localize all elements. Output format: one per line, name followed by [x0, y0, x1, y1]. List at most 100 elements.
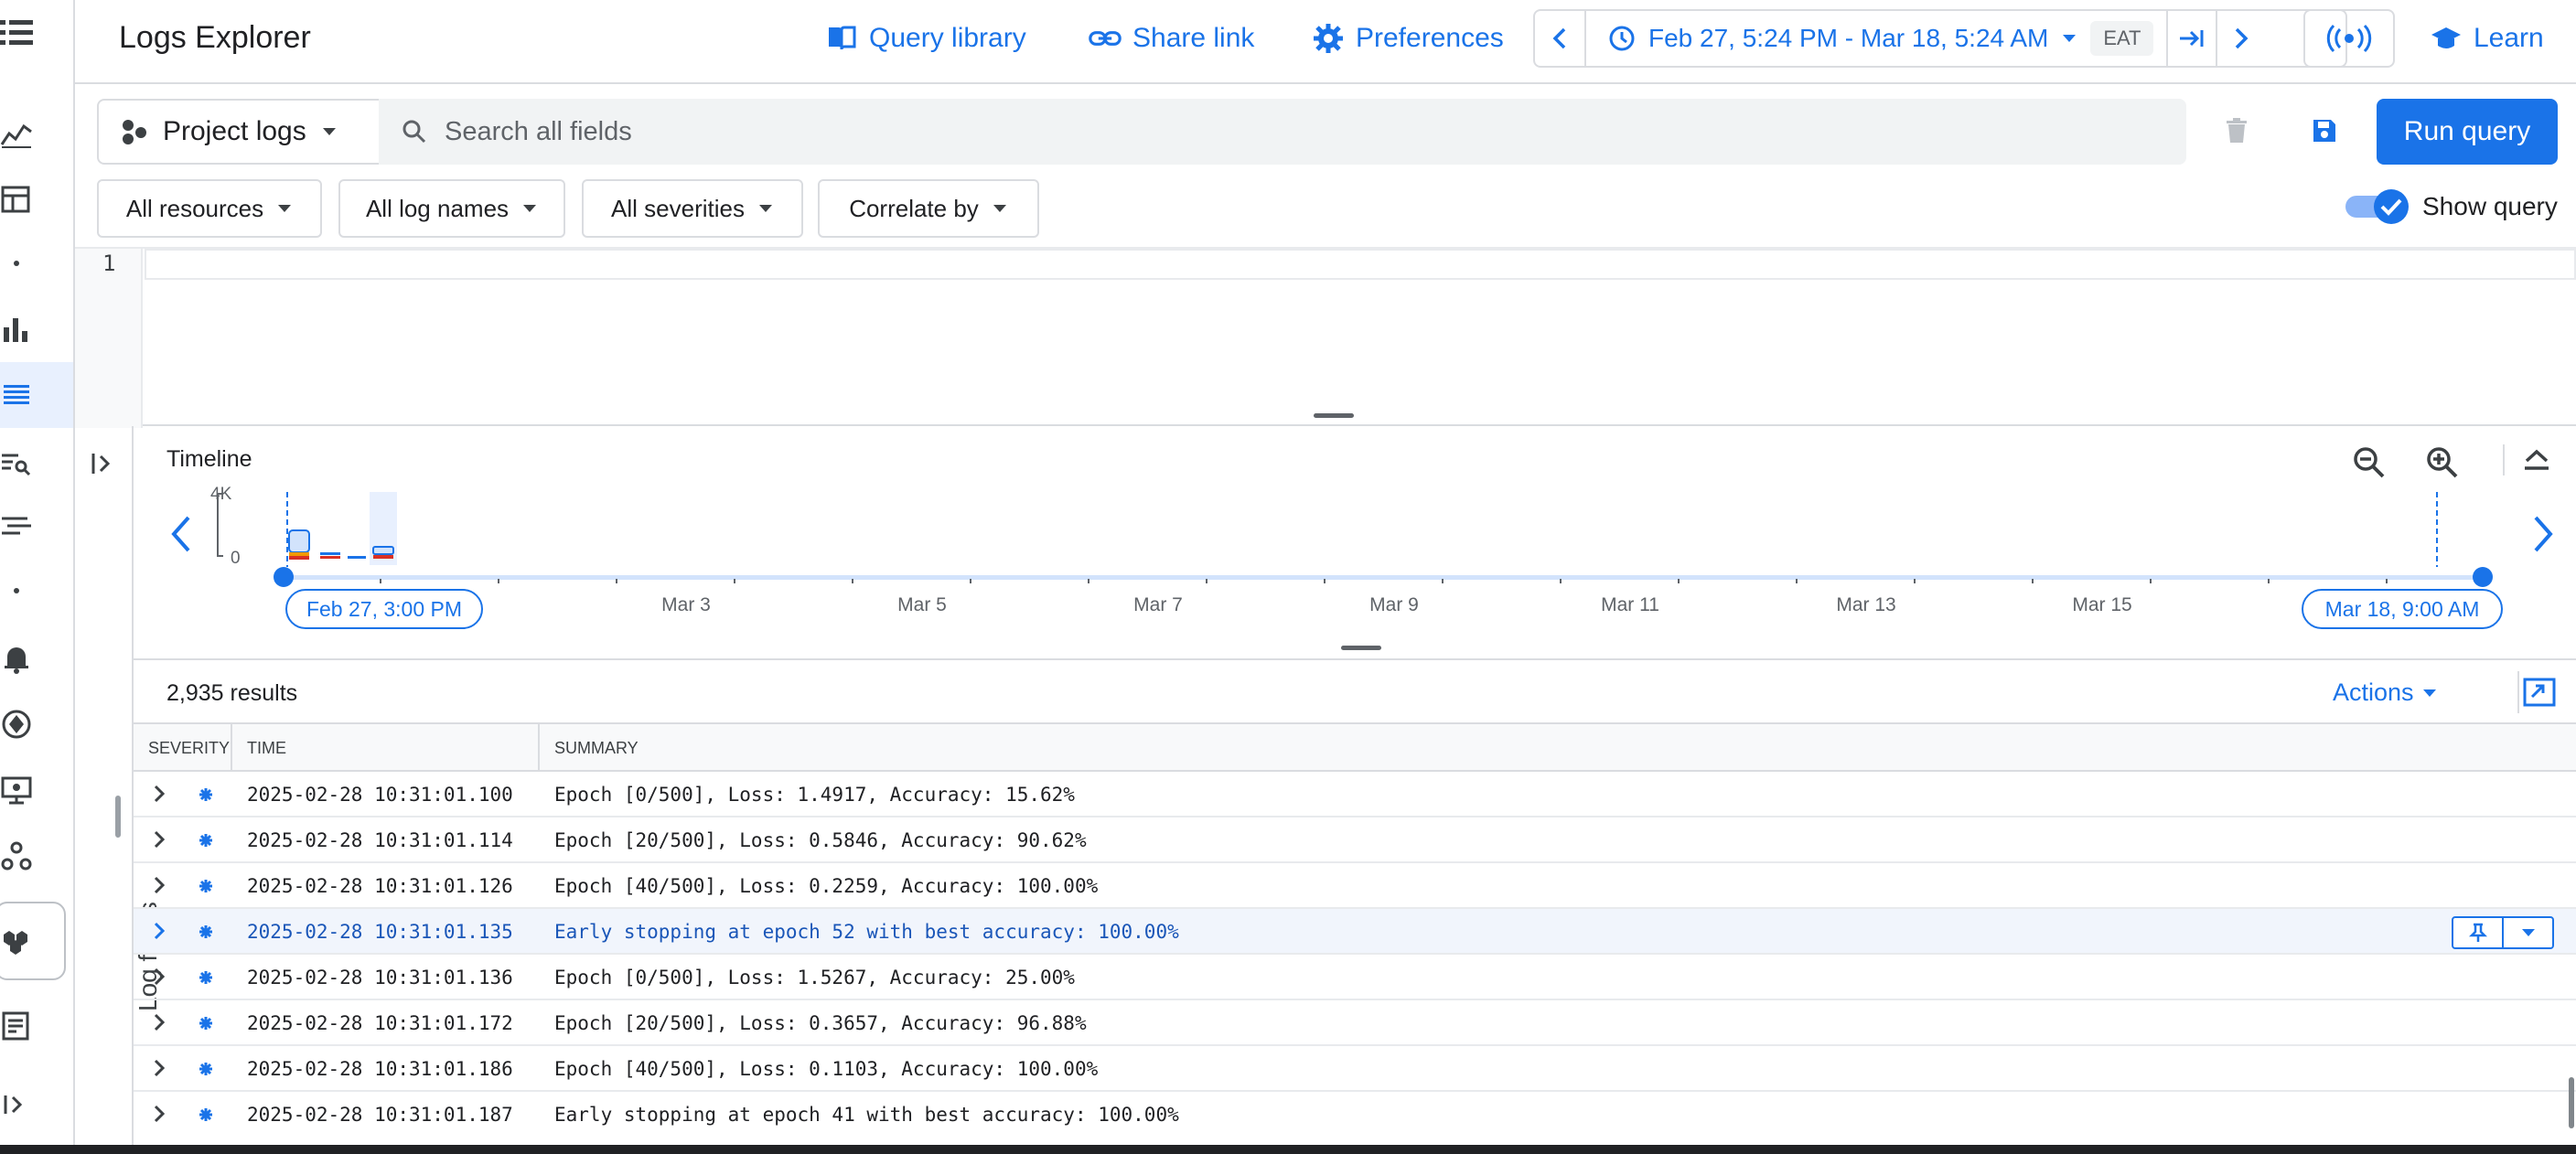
notes-icon[interactable] [0, 1008, 37, 1044]
clear-query-button[interactable] [2221, 115, 2252, 146]
resources-filter-label: All resources [125, 194, 264, 222]
expand-log-fields-button[interactable] [90, 450, 117, 477]
table-row-highlighted[interactable]: 2025-02-28 10:31:01.135 Early stopping a… [134, 909, 2576, 955]
log-search-icon[interactable] [0, 444, 37, 481]
table-row[interactable]: 2025-02-28 10:31:01.126 Epoch [40/500], … [134, 863, 2576, 909]
metrics-icon[interactable] [0, 115, 37, 152]
expand-row-icon[interactable] [150, 1011, 168, 1033]
actions-menu-button[interactable]: Actions [2333, 679, 2438, 707]
show-query-label: Show query [2422, 192, 2558, 220]
column-divider[interactable] [538, 724, 540, 770]
histogram-bar[interactable] [320, 552, 340, 555]
table-row[interactable]: 2025-02-28 10:31:01.186 Epoch [40/500], … [134, 1046, 2576, 1092]
collapse-timeline-button[interactable] [2503, 444, 2552, 475]
axis-tick-label: Mar 11 [1601, 594, 1659, 615]
logs-list-icon[interactable] [0, 377, 37, 413]
severities-filter-label: All severities [611, 194, 745, 222]
timezone-badge[interactable]: EAT [2090, 21, 2154, 56]
expand-rail-icon[interactable] [0, 1086, 37, 1123]
security-icon[interactable] [0, 706, 37, 743]
caret-down-icon [521, 203, 538, 214]
row-summary: Epoch [0/500], Loss: 1.5267, Accuracy: 2… [554, 967, 1075, 988]
show-query-toggle[interactable]: Show query [2344, 187, 2558, 227]
gear-icon [1312, 22, 1345, 55]
expand-row-icon[interactable] [150, 1057, 168, 1079]
learn-button[interactable]: Learn [2430, 18, 2544, 59]
time-back-button[interactable] [1535, 11, 1586, 66]
zoom-out-button[interactable] [2351, 444, 2388, 481]
zoom-in-button[interactable] [2424, 444, 2461, 481]
histogram-bar-error [289, 556, 309, 560]
row-time: 2025-02-28 10:31:01.187 [247, 1104, 513, 1126]
expand-row-icon[interactable] [150, 966, 168, 988]
share-link-button[interactable]: Share link [1089, 18, 1254, 59]
expand-row-icon[interactable] [150, 874, 168, 896]
axis-tick-label: Mar 5 [897, 594, 947, 615]
dashboard-icon[interactable] [0, 181, 37, 218]
trace-icon[interactable] [0, 508, 37, 545]
editor-resize-handle[interactable] [1314, 413, 1354, 418]
search-input[interactable]: Search all fields [379, 99, 2186, 165]
table-row[interactable]: 2025-02-28 10:31:01.172 Epoch [20/500], … [134, 1000, 2576, 1046]
axis-tick-label: Mar 3 [661, 594, 711, 615]
column-header-time[interactable]: TIME [247, 739, 286, 758]
table-row[interactable]: 2025-02-28 10:31:01.187 Early stopping a… [134, 1092, 2576, 1138]
expand-row-icon[interactable] [150, 828, 168, 850]
timeline-axis[interactable] [271, 563, 2494, 591]
time-forward-button[interactable] [2217, 11, 2265, 66]
editor-gutter: 1 [75, 249, 143, 428]
expand-row-icon[interactable] [150, 1103, 168, 1125]
row-menu-button[interactable] [2504, 918, 2552, 947]
monitor-icon[interactable] [0, 772, 37, 808]
preferences-button[interactable]: Preferences [1312, 18, 1504, 59]
jump-to-now-button[interactable] [2166, 11, 2218, 66]
range-end-handle[interactable] [2473, 567, 2493, 587]
range-end-pill[interactable]: Mar 18, 9:00 AM [2302, 589, 2503, 629]
query-editor[interactable]: 1 [75, 247, 2576, 428]
axis-tick-label: Mar 13 [1836, 594, 1896, 615]
histogram-bar[interactable] [288, 529, 310, 553]
timeline-resize-handle[interactable] [1341, 646, 1381, 650]
expand-row-icon[interactable] [150, 920, 168, 942]
chevron-left-icon [1550, 26, 1570, 51]
correlate-by-label: Correlate by [849, 194, 979, 222]
link-icon [1089, 22, 1122, 55]
timeline-next-button[interactable] [2530, 514, 2556, 554]
query-library-button[interactable]: Query library [825, 18, 1026, 59]
expand-row-icon[interactable] [150, 783, 168, 805]
hexagons-icon[interactable] [0, 922, 37, 958]
correlate-by-filter[interactable]: Correlate by [818, 179, 1039, 238]
resources-filter[interactable]: All resources [97, 179, 322, 238]
range-start-pill[interactable]: Feb 27, 3:00 PM [285, 589, 483, 629]
actions-label: Actions [2333, 679, 2414, 706]
severities-filter[interactable]: All severities [582, 179, 803, 238]
log-names-filter[interactable]: All log names [338, 179, 565, 238]
stream-logs-button[interactable] [2303, 9, 2395, 68]
timeline-prev-button[interactable] [168, 514, 194, 554]
toggle-switch[interactable] [2344, 187, 2411, 227]
range-start-handle[interactable] [274, 567, 294, 587]
menu-icon[interactable] [0, 15, 37, 51]
pin-button[interactable] [2453, 918, 2504, 947]
expand-results-button[interactable] [2523, 677, 2556, 708]
column-header-summary[interactable]: SUMMARY [554, 739, 639, 758]
histogram-bar[interactable] [348, 556, 366, 559]
topology-icon[interactable] [0, 838, 37, 874]
save-icon [2309, 115, 2340, 146]
histogram-bar[interactable] [372, 546, 394, 555]
table-row[interactable]: 2025-02-28 10:31:01.114 Epoch [20/500], … [134, 817, 2576, 863]
column-divider[interactable] [231, 724, 232, 770]
bell-icon[interactable] [0, 640, 37, 677]
run-query-button[interactable]: Run query [2377, 99, 2558, 165]
bar-chart-icon[interactable] [0, 311, 37, 347]
results-scrollbar[interactable] [2569, 1077, 2574, 1128]
save-query-button[interactable] [2309, 115, 2340, 146]
editor-line[interactable] [145, 249, 2576, 280]
column-header-severity[interactable]: SEVERITY [148, 739, 230, 758]
row-summary: Early stopping at epoch 52 with best acc… [554, 921, 1179, 943]
time-range-selector[interactable]: Feb 27, 5:24 PM - Mar 18, 5:24 AM [1586, 11, 2077, 66]
table-row[interactable]: 2025-02-28 10:31:01.136 Epoch [0/500], L… [134, 955, 2576, 1000]
project-logs-dropdown[interactable]: Project logs [97, 99, 381, 165]
table-row[interactable]: 2025-02-28 10:31:01.100 Epoch [0/500], L… [134, 772, 2576, 817]
histogram-bar-warning [289, 552, 309, 556]
